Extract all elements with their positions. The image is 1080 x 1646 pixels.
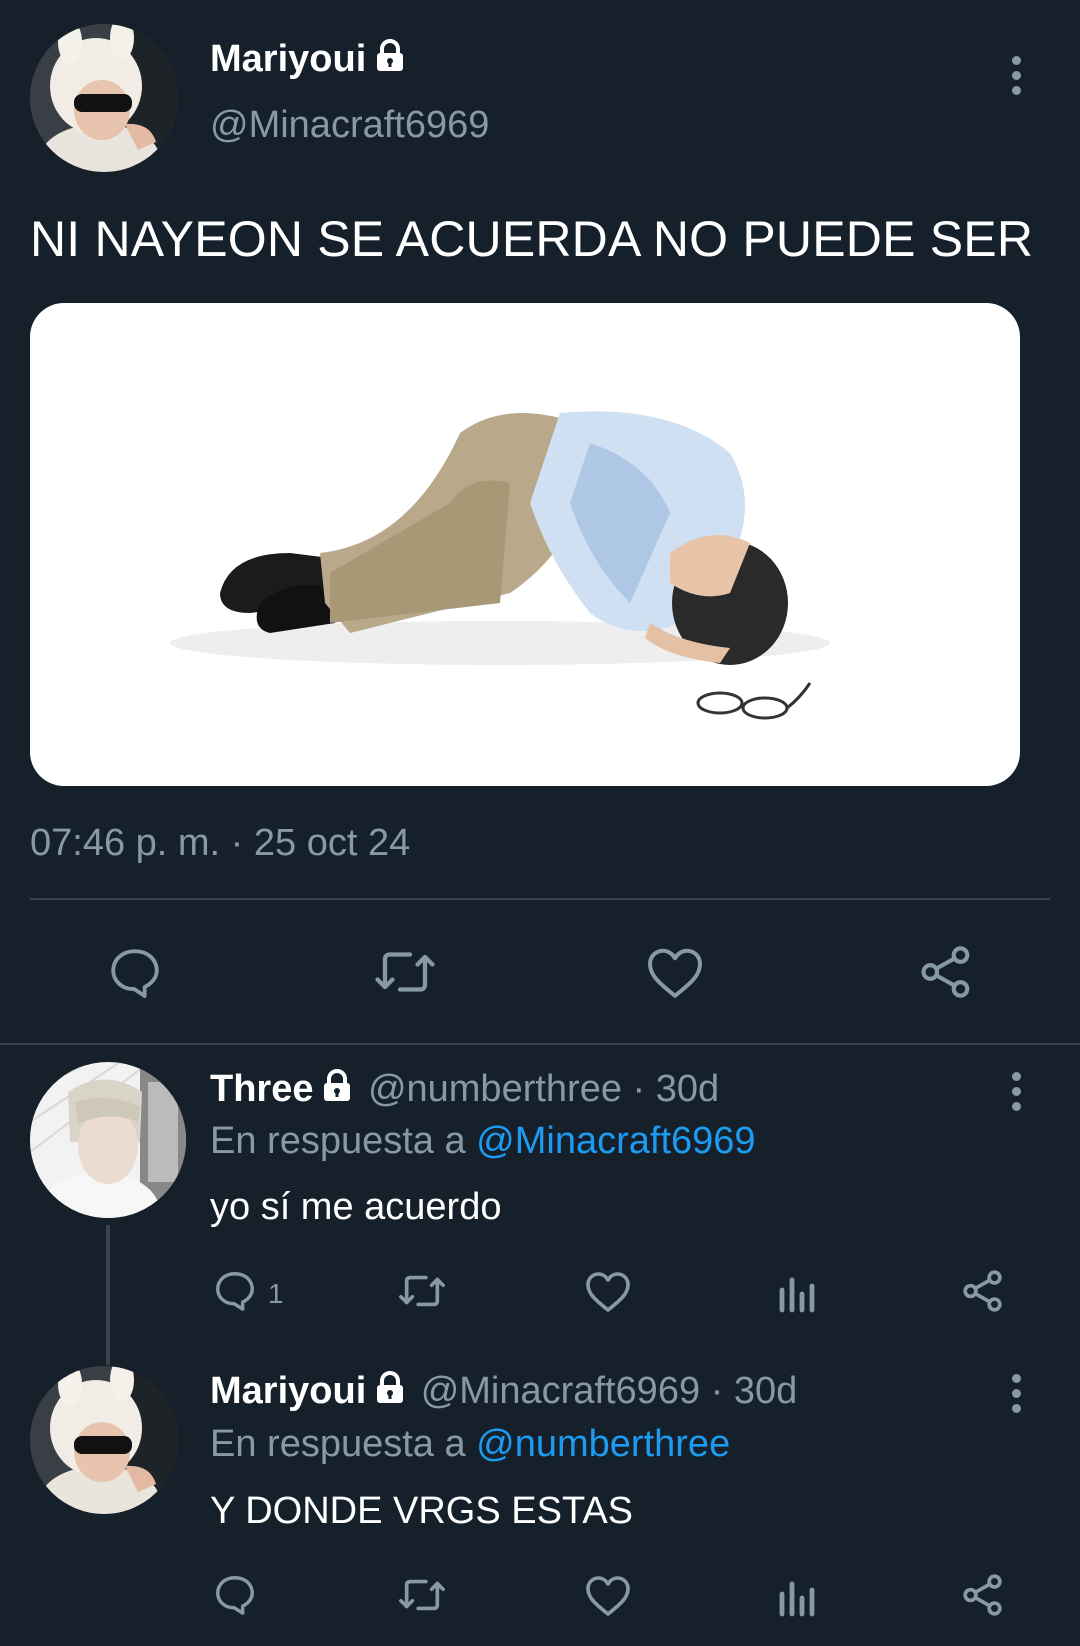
tweet-image[interactable] — [30, 303, 1020, 786]
reply-avatar[interactable] — [30, 1062, 186, 1218]
reply-icon[interactable] — [106, 944, 164, 1002]
retweet-icon[interactable] — [396, 1572, 448, 1618]
thread-line — [106, 1225, 110, 1365]
lock-icon — [374, 1371, 406, 1410]
more-options-icon[interactable] — [1009, 1072, 1023, 1112]
tweet-timestamp: 07:46 p. m. · 25 oct 24 — [30, 822, 411, 864]
like-icon[interactable] — [584, 1268, 632, 1314]
lock-icon — [321, 1069, 353, 1108]
more-options-icon[interactable] — [1009, 56, 1023, 96]
reply-header: Mariyoui @Minacraft6969 · 30d — [210, 1370, 797, 1413]
like-icon[interactable] — [584, 1572, 632, 1618]
lock-icon — [374, 39, 406, 83]
reply-author-handle-time[interactable]: @Minacraft6969 · 30d — [421, 1370, 798, 1412]
curled-up-person-illustration — [170, 411, 830, 720]
reply-icon[interactable] — [212, 1268, 258, 1314]
retweet-icon[interactable] — [372, 942, 438, 1002]
reply-author-name[interactable]: Mariyoui — [210, 1370, 366, 1412]
reply-text: Y DONDE VRGS ESTAS — [210, 1490, 634, 1532]
share-icon[interactable] — [917, 943, 975, 1001]
author-name[interactable]: Mariyoui — [210, 38, 406, 83]
reply-author-name[interactable]: Three — [210, 1068, 313, 1110]
tweet-text: NI NAYEON SE ACUERDA NO PUEDE SER — [30, 211, 1034, 267]
reply-author-handle-time[interactable]: @numberthree · 30d — [368, 1068, 719, 1110]
reply-header: Three @numberthree · 30d — [210, 1068, 719, 1111]
replying-to: En respuesta a @numberthree — [210, 1423, 731, 1465]
author-handle[interactable]: @Minacraft6969 — [210, 104, 489, 147]
share-icon[interactable] — [960, 1268, 1006, 1314]
reply-count: 1 — [268, 1278, 284, 1309]
reply-text: yo sí me acuerdo — [210, 1186, 502, 1228]
like-icon[interactable] — [645, 943, 705, 1001]
analytics-icon[interactable] — [776, 1574, 816, 1618]
analytics-icon[interactable] — [776, 1270, 816, 1314]
author-avatar[interactable] — [30, 24, 178, 172]
share-icon[interactable] — [960, 1572, 1006, 1618]
reply-icon[interactable] — [212, 1572, 258, 1618]
divider — [0, 1043, 1080, 1045]
mention-link[interactable]: @Minacraft6969 — [476, 1120, 755, 1162]
retweet-icon[interactable] — [396, 1268, 448, 1314]
divider — [30, 898, 1050, 900]
reply-avatar[interactable] — [30, 1366, 178, 1514]
mention-link[interactable]: @numberthree — [476, 1423, 730, 1465]
more-options-icon[interactable] — [1009, 1374, 1023, 1414]
replying-to: En respuesta a @Minacraft6969 — [210, 1120, 756, 1162]
